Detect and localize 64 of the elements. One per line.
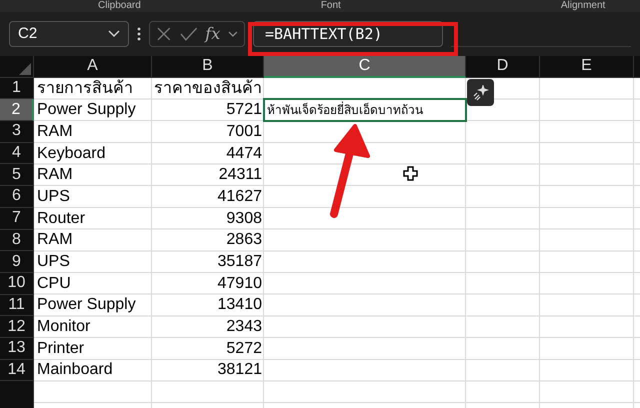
ribbon-group-label: Font bbox=[320, 1, 341, 11]
table-cell-text: Monitor bbox=[36, 317, 92, 338]
table-cell-text: Power Supply bbox=[36, 100, 137, 120]
name-box[interactable]: C2 bbox=[9, 21, 129, 47]
ribbon-group-label: Clipboard bbox=[98, 1, 141, 11]
ribbon-group-label: Alignment bbox=[560, 1, 606, 11]
table-cell-text: ราคาของสินค้า bbox=[153, 78, 263, 99]
table-cell-text: Printer bbox=[36, 338, 86, 359]
chevron-down-icon[interactable] bbox=[228, 30, 238, 38]
table-cell-text: 9308 bbox=[225, 208, 263, 229]
row-header[interactable]: 1 bbox=[0, 78, 34, 100]
column-header[interactable]: C bbox=[264, 56, 466, 78]
table-cell-text: RAM bbox=[36, 230, 74, 250]
row-header[interactable]: 5 bbox=[0, 164, 34, 186]
table-cell-text: 41627 bbox=[216, 186, 263, 207]
table-cell-text: CPU bbox=[36, 274, 72, 294]
table-cell-text: รายการสินค้า bbox=[36, 78, 134, 99]
column-header[interactable]: B bbox=[152, 56, 264, 78]
row-header[interactable]: 9 bbox=[0, 251, 34, 273]
table-cell-text: 38121 bbox=[216, 360, 263, 380]
sparkle-icon bbox=[472, 84, 488, 100]
table-cell-text: 13410 bbox=[216, 295, 263, 316]
cell-reference: C2 bbox=[18, 24, 38, 44]
column-header[interactable]: E bbox=[540, 56, 634, 78]
table-cell-text: UPS bbox=[36, 186, 71, 207]
table-cell-text: RAM bbox=[36, 165, 74, 186]
cancel-icon[interactable] bbox=[156, 26, 172, 42]
row-header[interactable]: 11 bbox=[0, 294, 34, 316]
column-header[interactable]: D bbox=[466, 56, 540, 78]
select-all-button[interactable] bbox=[0, 56, 34, 78]
enter-icon[interactable] bbox=[180, 26, 198, 42]
row-header[interactable]: 6 bbox=[0, 186, 34, 208]
row-header[interactable]: 12 bbox=[0, 316, 34, 338]
table-cell-text: Power Supply bbox=[36, 295, 137, 316]
insert-function-button[interactable]: fx bbox=[205, 22, 220, 46]
table-cell-text: Router bbox=[36, 208, 86, 229]
table-cell-text: 5721 bbox=[225, 100, 263, 120]
table-cell-text: UPS bbox=[36, 252, 71, 272]
row-header[interactable]: 14 bbox=[0, 360, 34, 382]
cell-cursor-icon bbox=[403, 166, 418, 181]
table-cell-text: 47910 bbox=[216, 274, 263, 294]
table-cell-text: 7001 bbox=[225, 122, 263, 142]
table-cell-text: RAM bbox=[36, 122, 74, 142]
chevron-down-icon bbox=[108, 30, 120, 38]
quick-analysis-button[interactable] bbox=[467, 79, 494, 106]
row-header[interactable]: 8 bbox=[0, 230, 34, 252]
table-cell-text: 2863 bbox=[225, 230, 263, 250]
table-cell-text: 2343 bbox=[225, 317, 263, 338]
row-header[interactable]: 10 bbox=[0, 272, 34, 295]
table-cell-text: Keyboard bbox=[36, 144, 106, 164]
row-header[interactable]: 13 bbox=[0, 338, 34, 360]
select-all-icon[interactable] bbox=[19, 62, 31, 75]
row-header[interactable]: 3 bbox=[0, 121, 34, 143]
table-cell: ห้าพันเจ็ดร้อยยี่สิบเอ็ดบาทถ้วน bbox=[264, 99, 466, 122]
table-cell-text: Mainboard bbox=[36, 360, 114, 380]
table-cell-text: 4474 bbox=[225, 144, 263, 164]
row-header[interactable]: 2 bbox=[0, 99, 34, 122]
table-cell-text: 35187 bbox=[216, 252, 263, 272]
table-cell-text: 24311 bbox=[218, 165, 263, 186]
row-header[interactable]: 7 bbox=[0, 208, 34, 230]
row-header[interactable]: 4 bbox=[0, 142, 34, 164]
more-options-icon[interactable] bbox=[137, 27, 141, 41]
column-header[interactable]: A bbox=[34, 56, 152, 78]
table-cell-text: 5272 bbox=[225, 338, 263, 359]
